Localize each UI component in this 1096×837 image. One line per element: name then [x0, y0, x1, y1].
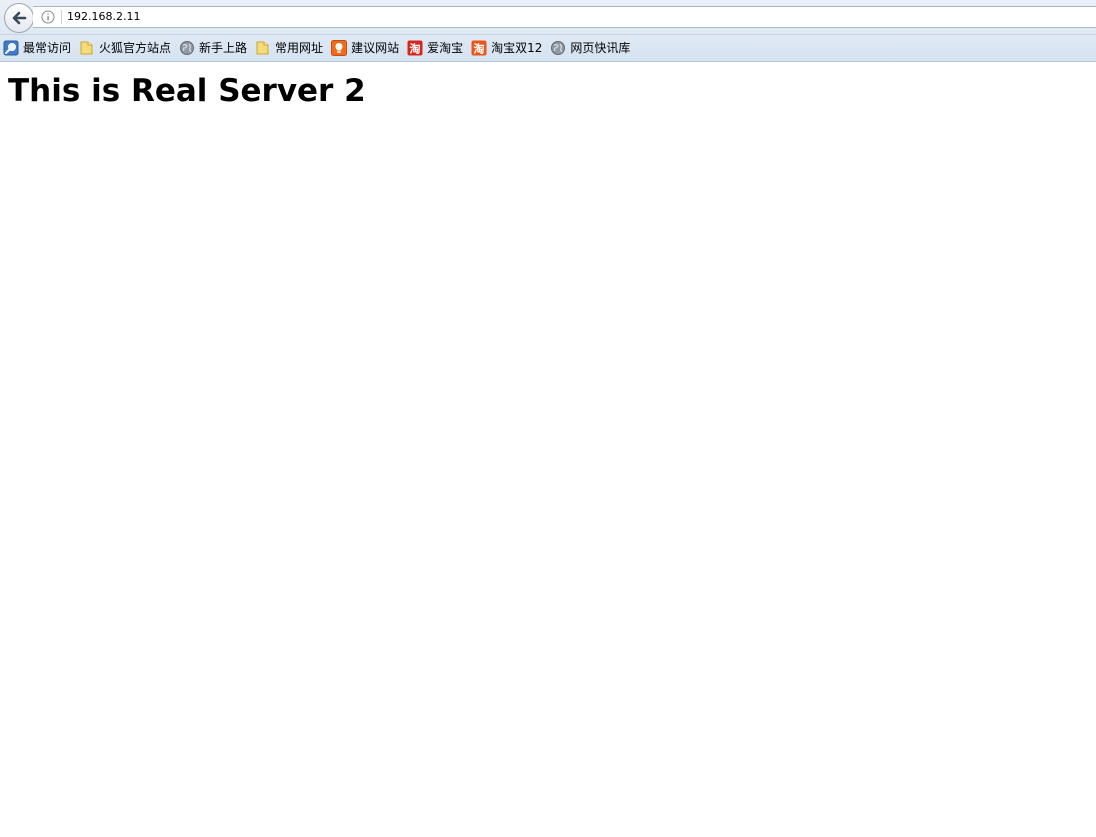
svg-text:淘: 淘 — [410, 42, 421, 56]
bookmark-firefox-official[interactable]: 火狐官方站点 — [79, 37, 174, 59]
bookmark-label: 火狐官方站点 — [99, 41, 172, 55]
url-separator — [61, 10, 62, 24]
navigation-bar: 192.168.2.11 — [0, 0, 1096, 35]
address-bar[interactable]: 192.168.2.11 — [33, 6, 1096, 28]
info-icon[interactable] — [41, 10, 55, 24]
taobao-icon: 淘 — [471, 40, 487, 56]
bookmark-label: 淘宝双12 — [491, 41, 543, 55]
bookmark-taobao-double12[interactable]: 淘 淘宝双12 — [471, 37, 545, 59]
bookmark-label: 建议网站 — [351, 41, 400, 55]
magnifier-icon — [3, 40, 19, 56]
page-content: This is Real Server 2 — [0, 62, 1096, 837]
taobao-icon: 淘 — [407, 40, 423, 56]
bookmark-ai-taobao[interactable]: 淘 爱淘宝 — [407, 37, 466, 59]
bookmark-label: 常用网址 — [275, 41, 324, 55]
bookmark-label: 爱淘宝 — [427, 41, 464, 55]
globe-icon — [180, 41, 195, 55]
url-text[interactable]: 192.168.2.11 — [67, 10, 140, 24]
back-button[interactable] — [4, 3, 34, 33]
browser-window: 192.168.2.11 最常访问 火狐官方站点 新手上路 常用网址 建议网站 … — [0, 0, 1096, 837]
folder-icon — [256, 41, 269, 55]
bookmark-common-sites[interactable]: 常用网址 — [255, 37, 326, 59]
folder-icon — [80, 41, 93, 55]
page-heading: This is Real Server 2 — [8, 73, 366, 109]
bookmark-label: 网页快讯库 — [570, 41, 631, 55]
bookmark-suggested-sites[interactable]: 建议网站 — [331, 37, 402, 59]
bookmark-getting-started[interactable]: 新手上路 — [179, 37, 250, 59]
bookmarks-toolbar: 最常访问 火狐官方站点 新手上路 常用网址 建议网站 淘 爱淘宝 淘 淘宝双12… — [0, 35, 1096, 62]
lightbulb-icon — [331, 40, 348, 56]
back-arrow-icon — [12, 11, 27, 25]
bookmark-web-slice-gallery[interactable]: 网页快讯库 — [550, 37, 633, 59]
svg-text:淘: 淘 — [474, 42, 485, 56]
bookmark-label: 新手上路 — [199, 41, 248, 55]
bookmark-most-visited[interactable]: 最常访问 — [3, 37, 74, 59]
globe-icon — [551, 41, 566, 55]
bookmark-label: 最常访问 — [23, 41, 72, 55]
